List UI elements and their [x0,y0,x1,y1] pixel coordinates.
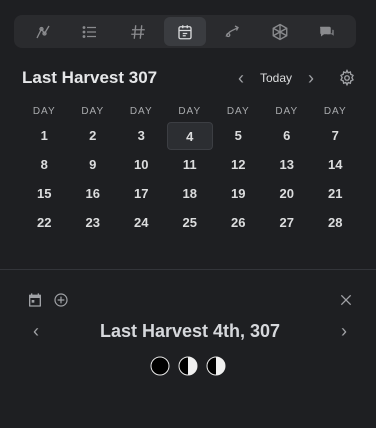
calendar-day[interactable]: 10 [117,150,166,179]
weekday-header: DAY [129,106,153,117]
calendar-day[interactable]: 23 [69,208,118,237]
link-icon [225,24,240,37]
calendar-tab[interactable] [163,17,206,46]
tags-tab[interactable] [117,17,159,46]
calendar-day[interactable]: 25 [166,208,215,237]
dice-tab[interactable] [259,17,301,46]
calendar-day[interactable]: 12 [214,150,263,179]
dice-icon [272,23,288,40]
list-tab[interactable] [69,17,111,46]
day-detail-title: Last Harvest 4th, 307 [99,320,281,341]
weekday-header: DAY [275,106,299,117]
calendar-day[interactable]: 7 [311,121,360,150]
today-button[interactable]: Today [252,71,300,85]
calendar-icon [178,24,192,39]
calendar-day[interactable]: 8 [20,150,69,179]
view-toolbar [14,15,356,48]
calendar-day[interactable]: 16 [69,179,118,208]
calendar-day[interactable]: 15 [20,179,69,208]
weekday-header: DAY [32,106,56,117]
calendar-day[interactable]: 19 [214,179,263,208]
locations-tab[interactable] [22,17,64,46]
locations-icon [36,25,50,38]
calendar-day[interactable]: 18 [166,179,215,208]
weekday-header: DAY [81,106,105,117]
weekday-header: DAY [226,106,250,117]
calendar-day[interactable]: 14 [311,150,360,179]
weekday-header: DAY [323,106,347,117]
prev-day-button[interactable]: ‹ [28,321,44,342]
chat-icon [320,26,334,36]
new-moon-icon[interactable] [150,356,170,376]
close-icon[interactable] [338,292,354,308]
day-detail-toolbar [27,291,354,309]
calendar-day[interactable]: 11 [166,150,215,179]
hash-icon [130,24,145,39]
relations-tab[interactable] [211,17,253,46]
calendar-day[interactable]: 20 [263,179,312,208]
calendar-day[interactable]: 22 [20,208,69,237]
gear-icon[interactable] [338,69,356,87]
calendar-header: Last Harvest 307 ‹ Today › [22,66,356,90]
list-icon [82,25,97,38]
calendar-day[interactable]: 26 [214,208,263,237]
calendar-day[interactable]: 28 [311,208,360,237]
first-quarter-moon-icon[interactable] [178,356,198,376]
calendar-day[interactable]: 17 [117,179,166,208]
calendar-day[interactable]: 27 [263,208,312,237]
calendar-day[interactable]: 3 [117,121,166,150]
calendar-day[interactable]: 24 [117,208,166,237]
next-day-button[interactable]: › [336,321,352,342]
calendar-day[interactable]: 13 [263,150,312,179]
calendar-day[interactable]: 6 [263,121,312,150]
panel-divider [0,269,376,270]
calendar-event-icon[interactable] [27,292,43,308]
calendar-month-title: Last Harvest 307 [22,68,158,87]
day-detail-header: ‹ Last Harvest 4th, 307 › [28,319,352,343]
calendar-day[interactable]: 2 [69,121,118,150]
calendar-day[interactable]: 9 [69,150,118,179]
moon-phases [150,356,226,376]
prev-month-button[interactable]: ‹ [230,68,252,89]
calendar-day[interactable]: 5 [214,121,263,150]
calendar-day[interactable]: 21 [311,179,360,208]
chat-tab[interactable] [306,17,348,46]
calendar-day[interactable]: 1 [20,121,69,150]
weekday-header: DAY [178,106,202,117]
next-month-button[interactable]: › [300,68,322,89]
calendar-day-selected[interactable]: 4 [166,121,215,150]
first-quarter-moon-icon[interactable] [206,356,226,376]
calendar-grid: DAY DAY DAY DAY DAY DAY DAY 1 2 3 4 5 6 7 8 9 10 11 12 13 14… [20,103,360,237]
add-circle-icon[interactable] [53,292,69,308]
